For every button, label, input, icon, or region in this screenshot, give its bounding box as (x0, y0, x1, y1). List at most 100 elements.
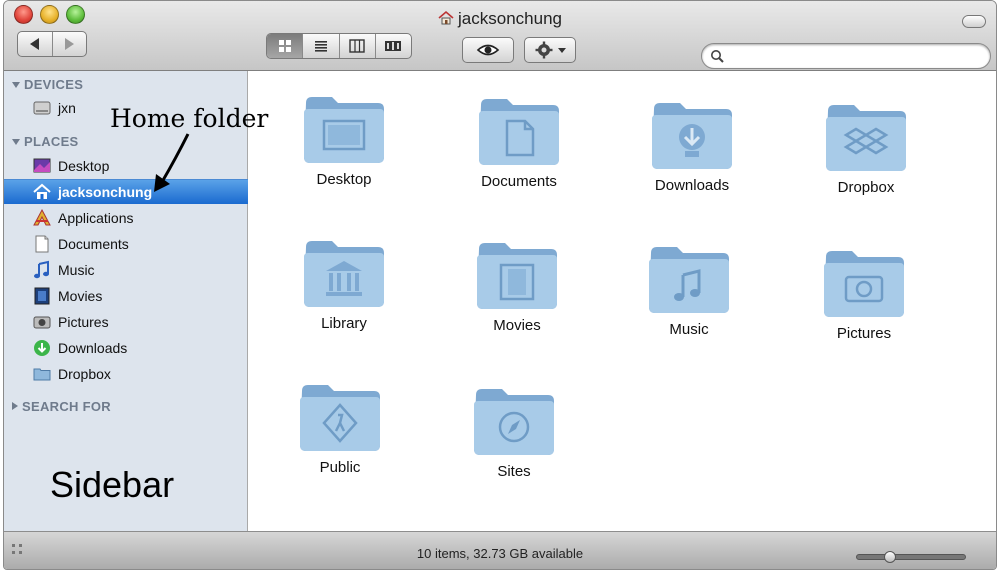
icon-size-slider-knob[interactable] (884, 551, 896, 563)
folder-label: Documents (481, 173, 557, 190)
folder-movies[interactable]: Movies (452, 237, 582, 334)
sidebar: DEVICES jxn PLACES Desktop jacksonchung … (4, 71, 248, 531)
disclosure-triangle-icon (12, 139, 20, 145)
list-view-button[interactable] (302, 34, 338, 58)
pictures-folder-icon (824, 251, 904, 317)
folder-label: Movies (493, 317, 541, 334)
sidebar-item-documents[interactable]: Documents (4, 231, 248, 256)
sidebar-section-devices[interactable]: DEVICES (12, 77, 83, 92)
folder-label: Library (321, 315, 367, 332)
sidebar-item-movies[interactable]: Movies (4, 283, 248, 308)
action-menu-button[interactable] (524, 37, 576, 63)
disclosure-triangle-icon (12, 82, 20, 88)
view-mode-group (266, 33, 412, 59)
dropbox-folder-icon (826, 105, 906, 171)
downloads-folder-icon (652, 103, 732, 169)
section-label: SEARCH FOR (22, 399, 111, 414)
music-icon (34, 260, 49, 278)
window-title: jacksonchung (4, 9, 996, 29)
toolbar: jacksonchung (4, 1, 996, 71)
quick-look-button[interactable] (462, 37, 514, 63)
sidebar-item-home[interactable]: jacksonchung (4, 179, 248, 204)
forward-button[interactable] (51, 32, 87, 56)
sidebar-item-label: Movies (58, 287, 103, 304)
folder-desktop[interactable]: Desktop (279, 91, 409, 188)
folder-public[interactable]: Public (275, 379, 405, 476)
sidebar-item-applications[interactable]: Applications (4, 205, 248, 230)
column-view-button[interactable] (338, 34, 375, 58)
sidebar-section-places[interactable]: PLACES (12, 134, 79, 149)
status-bar: 10 items, 32.73 GB available (4, 531, 996, 569)
pictures-icon (33, 316, 51, 328)
documents-folder-icon (479, 99, 559, 165)
folder-library[interactable]: Library (279, 235, 409, 332)
section-label: DEVICES (24, 77, 84, 92)
public-folder-icon (300, 385, 380, 451)
status-text: 10 items, 32.73 GB available (416, 546, 584, 561)
hard-drive-icon (33, 101, 51, 114)
annotation-arrow-icon (154, 133, 190, 192)
nav-button-group (17, 31, 87, 57)
sidebar-item-desktop[interactable]: Desktop (4, 153, 248, 178)
sidebar-item-label: jxn (58, 99, 76, 116)
desktop-folder-icon (304, 97, 384, 163)
sidebar-item-label: jacksonchung (58, 184, 153, 200)
folder-label: Sites (497, 463, 531, 480)
icon-size-slider[interactable] (856, 554, 966, 560)
back-arrow-icon (30, 38, 40, 50)
coverflow-view-button[interactable] (374, 34, 411, 58)
folder-label: Music (669, 321, 709, 338)
sidebar-item-dropbox[interactable]: Dropbox (4, 361, 248, 386)
home-icon (438, 10, 454, 25)
sidebar-section-search-for[interactable]: SEARCH FOR (12, 399, 111, 414)
documents-icon (35, 235, 49, 252)
content-area: Desktop Documents Downloads Dropbox Libr… (249, 71, 996, 531)
library-folder-icon (304, 241, 384, 307)
folder-music[interactable]: Music (624, 241, 754, 338)
sidebar-item-label: Desktop (58, 157, 110, 174)
sidebar-item-label: Applications (58, 209, 134, 226)
folder-pictures[interactable]: Pictures (799, 245, 929, 342)
movies-icon (34, 287, 50, 304)
folder-label: Downloads (654, 177, 730, 194)
sidebar-item-label: Music (58, 261, 95, 278)
column-view-icon (349, 39, 365, 53)
applications-icon (33, 208, 51, 225)
search-icon (711, 50, 724, 63)
eye-icon (476, 44, 500, 56)
section-label: PLACES (24, 134, 79, 149)
icon-view-icon (278, 40, 291, 52)
window-title-text: jacksonchung (458, 9, 562, 28)
disclosure-triangle-icon (12, 402, 18, 410)
toolbar-toggle-button[interactable] (962, 15, 986, 28)
annotation-home-folder: Home folder (110, 104, 269, 133)
folder-downloads[interactable]: Downloads (627, 97, 757, 194)
folder-label: Dropbox (837, 179, 895, 196)
folder-documents[interactable]: Documents (454, 93, 584, 190)
sidebar-item-label: Downloads (58, 339, 128, 356)
folder-label: Pictures (836, 325, 892, 342)
chevron-down-icon (557, 47, 566, 53)
icon-view-button[interactable] (267, 34, 303, 58)
sidebar-item-music[interactable]: Music (4, 257, 248, 282)
gear-icon (535, 41, 552, 59)
home-icon (33, 183, 51, 199)
sidebar-item-downloads[interactable]: Downloads (4, 335, 248, 360)
dropbox-icon (33, 368, 51, 380)
search-field[interactable] (701, 43, 991, 69)
downloads-icon (34, 339, 50, 356)
back-button[interactable] (18, 32, 52, 56)
sidebar-item-pictures[interactable]: Pictures (4, 309, 248, 334)
sidebar-item-label: Documents (58, 235, 129, 252)
sidebar-item-label: Dropbox (58, 365, 111, 382)
sites-folder-icon (474, 389, 554, 455)
folder-label: Desktop (316, 171, 372, 188)
music-folder-icon (649, 247, 729, 313)
forward-arrow-icon (64, 38, 74, 50)
coverflow-view-icon (385, 41, 402, 51)
folder-dropbox[interactable]: Dropbox (801, 99, 931, 196)
sidebar-item-label: Pictures (58, 313, 109, 330)
desktop-icon (33, 158, 51, 172)
list-view-icon (314, 41, 327, 52)
folder-sites[interactable]: Sites (449, 383, 579, 480)
